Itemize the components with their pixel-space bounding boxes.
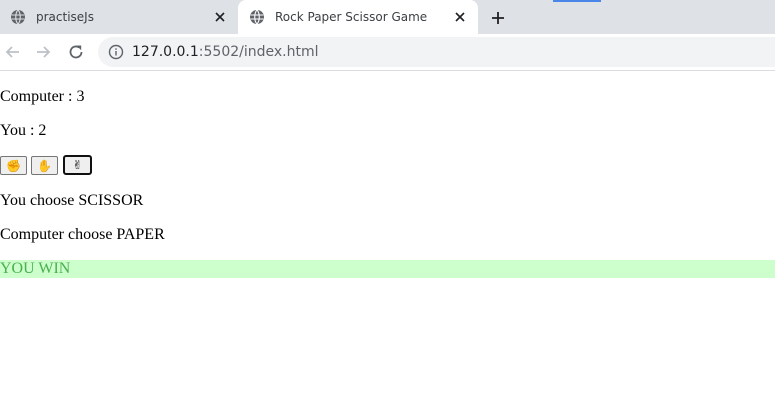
tab-strip: practiseJs Rock Paper Scissor Game (0, 0, 775, 34)
tab-rock-paper-scissor[interactable]: Rock Paper Scissor Game (238, 0, 478, 34)
url-path: :5502/index.html (198, 44, 319, 60)
tab-title: Rock Paper Scissor Game (275, 10, 428, 24)
arrow-right-icon (37, 46, 51, 58)
result-banner: YOU WIN (0, 260, 775, 278)
arrow-left-icon (5, 46, 19, 58)
scissor-hand-icon: ✌ (72, 158, 83, 172)
browser-window: practiseJs Rock Paper Scissor Game 127.0… (0, 0, 775, 414)
page-content: Computer : 3 You : 2 ✊ ✋ ✌ You choose SC… (0, 71, 775, 414)
tab-title: practiseJs (36, 10, 94, 24)
fist-icon: ✊ (6, 158, 21, 173)
computer-score: Computer : 3 (0, 88, 85, 105)
plus-icon (492, 12, 504, 24)
reload-button[interactable] (66, 42, 86, 62)
computer-choice-text: Computer choose PAPER (0, 226, 165, 243)
reload-icon (69, 45, 83, 59)
address-bar[interactable]: 127.0.0.1:5502/index.html (98, 37, 775, 67)
you-choice-text: You choose SCISSOR (0, 192, 144, 209)
globe-icon (249, 9, 265, 25)
browser-toolbar: 127.0.0.1:5502/index.html (0, 34, 775, 71)
close-icon[interactable] (212, 9, 228, 25)
tab-practisejs[interactable]: practiseJs (0, 0, 238, 34)
forward-button[interactable] (33, 42, 53, 62)
new-tab-button[interactable] (488, 8, 508, 28)
scissor-button[interactable]: ✌ (63, 155, 92, 175)
back-button[interactable] (3, 42, 23, 62)
url-text: 127.0.0.1:5502/index.html (132, 44, 319, 60)
tab-strip-accent (553, 0, 601, 2)
info-icon[interactable] (108, 44, 124, 60)
rock-button[interactable]: ✊ (0, 156, 27, 175)
url-host: 127.0.0.1 (132, 44, 199, 60)
close-icon[interactable] (452, 9, 468, 25)
globe-icon (10, 9, 26, 25)
palm-icon: ✋ (37, 158, 52, 173)
you-score: You : 2 (0, 122, 47, 139)
paper-button[interactable]: ✋ (31, 156, 58, 175)
